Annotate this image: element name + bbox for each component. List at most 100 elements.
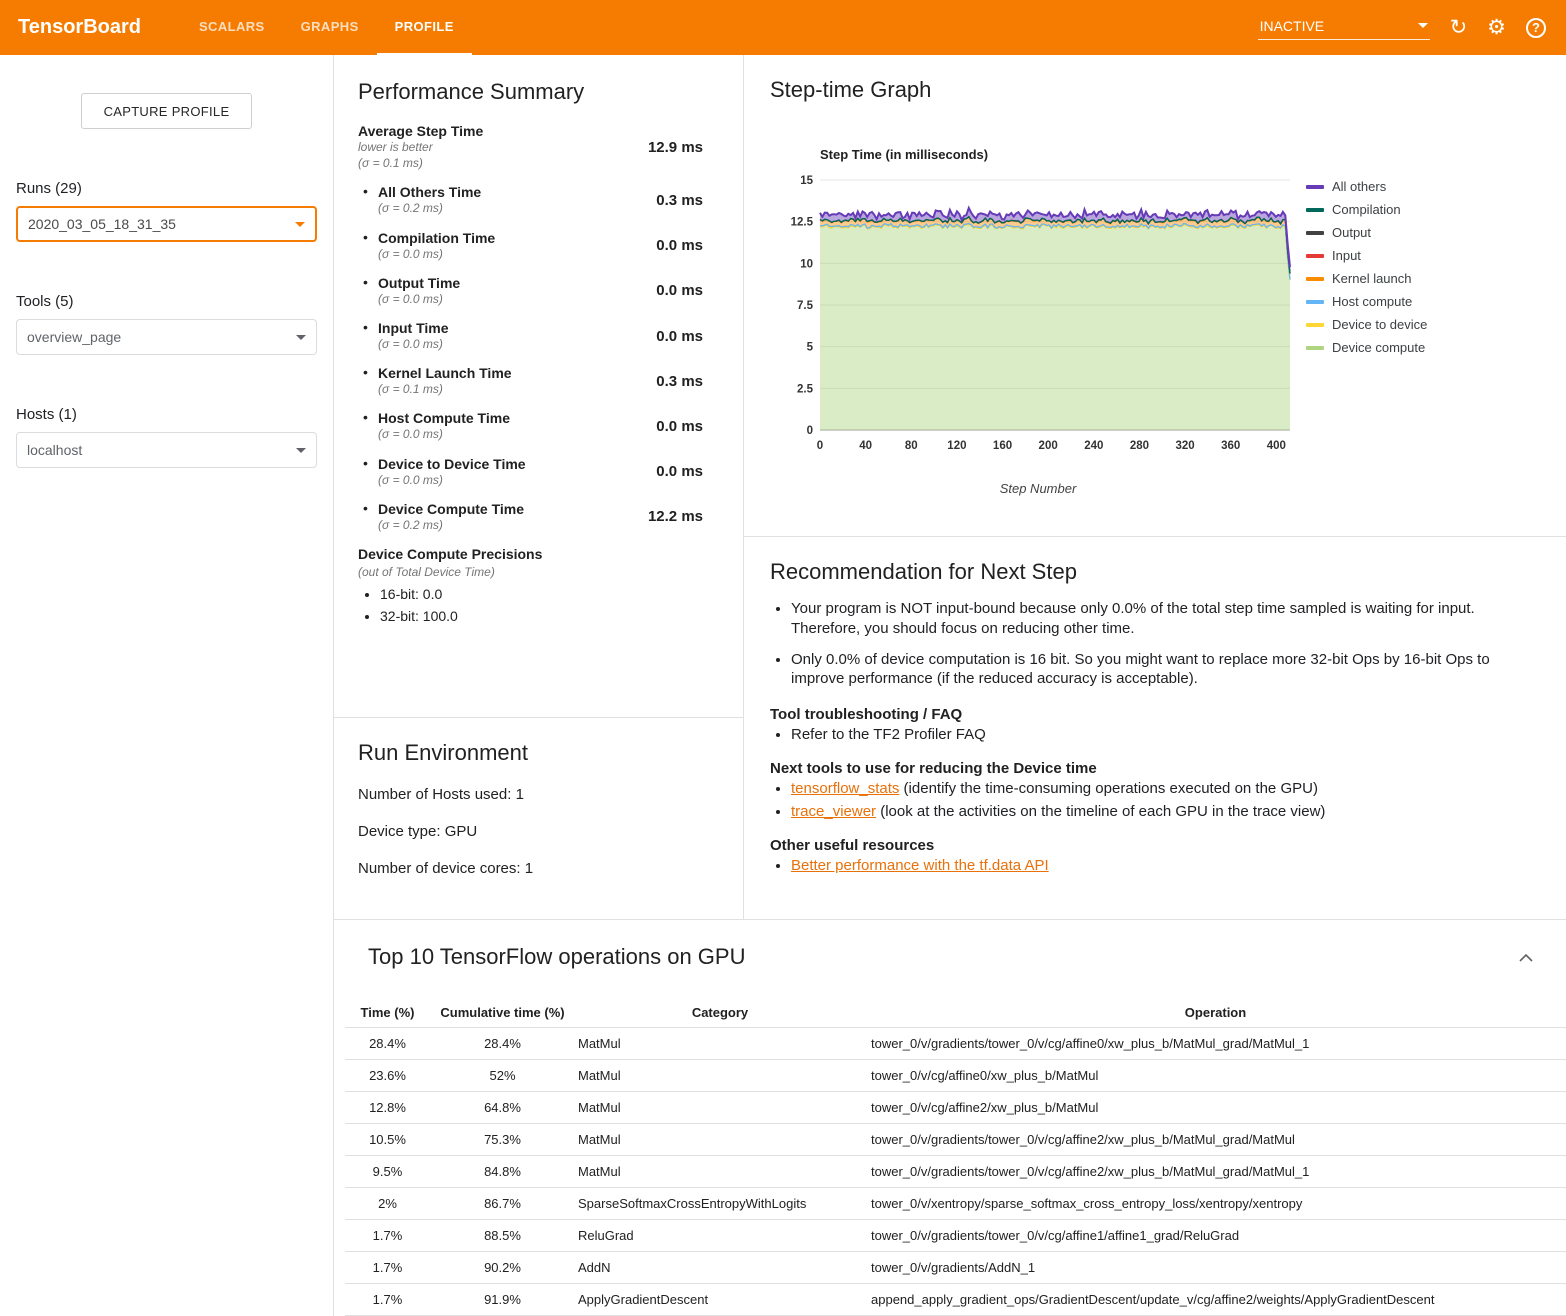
runs-dropdown[interactable]: 2020_03_05_18_31_35: [16, 206, 317, 242]
recommendation-item: tensorflow_stats (identify the time-cons…: [791, 780, 1540, 797]
top-ops-section: Top 10 TensorFlow operations on GPU Time…: [334, 920, 1566, 1316]
status-dropdown[interactable]: INACTIVE: [1258, 16, 1430, 40]
column-header: Category: [575, 998, 865, 1028]
svg-text:240: 240: [1084, 440, 1103, 452]
legend-label: All others: [1332, 179, 1386, 194]
legend-label: Kernel launch: [1332, 271, 1412, 286]
operation-cell: tower_0/v/gradients/tower_0/v/cg/affine2…: [865, 1156, 1566, 1188]
legend-label: Host compute: [1332, 294, 1412, 309]
svg-text:0: 0: [817, 440, 823, 452]
main-content: Performance Summary Average Step Timelow…: [334, 55, 1566, 1316]
svg-text:360: 360: [1221, 440, 1240, 452]
svg-text:12.5: 12.5: [791, 217, 814, 229]
table-cell: SparseSoftmaxCrossEntropyWithLogits: [575, 1188, 865, 1220]
table-cell: 28.4%: [345, 1028, 430, 1060]
precisions-list: 16-bit: 0.032-bit: 100.0: [358, 586, 719, 624]
operation-cell: append_apply_gradient_ops/GradientDescen…: [865, 1284, 1566, 1316]
recommendation-bullet: Only 0.0% of device computation is 16 bi…: [791, 650, 1540, 690]
column-header: Cumulative time (%): [430, 998, 575, 1028]
svg-text:400: 400: [1267, 440, 1286, 452]
tab-profile[interactable]: PROFILE: [377, 0, 472, 55]
table-row: 1.7%90.2%AddNtower_0/v/gradients/AddN_1: [345, 1252, 1566, 1284]
collapse-chevron-up-icon[interactable]: [1514, 949, 1538, 966]
device-compute-precisions: Device Compute Precisions (out of Total …: [358, 546, 719, 624]
link-tensorflow-stats[interactable]: tensorflow_stats: [791, 780, 899, 797]
table-cell: 1.7%: [345, 1220, 430, 1252]
legend-item: Output: [1306, 225, 1427, 240]
chevron-down-icon: [295, 222, 305, 227]
metric-label: Compilation Time: [378, 230, 495, 246]
legend-item: Device to device: [1306, 317, 1427, 332]
recommendation-heading: Tool troubleshooting / FAQ: [770, 706, 1540, 723]
chart-x-axis-label: Step Number: [778, 481, 1298, 496]
table-cell: MatMul: [575, 1124, 865, 1156]
metric-sigma: (σ = 0.0 ms): [378, 291, 460, 307]
legend-item: All others: [1306, 179, 1427, 194]
operation-cell: tower_0/v/xentropy/sparse_softmax_cross_…: [865, 1188, 1566, 1220]
svg-text:320: 320: [1175, 440, 1194, 452]
operation-cell: tower_0/v/gradients/tower_0/v/cg/affine2…: [865, 1124, 1566, 1156]
legend-swatch: [1306, 323, 1324, 327]
metric-label: Output Time: [378, 275, 460, 291]
hosts-dropdown-value: localhost: [27, 442, 82, 458]
metric-label: Device Compute Time: [378, 501, 524, 517]
hosts-dropdown[interactable]: localhost: [16, 432, 317, 468]
metric-row: All Others Time(σ = 0.2 ms)0.3 ms: [358, 184, 719, 216]
metric-sigma: (σ = 0.2 ms): [378, 200, 481, 216]
link-better-performance-with-the-tf-data-api[interactable]: Better performance with the tf.data API: [791, 857, 1049, 874]
metric-note: lower is better: [358, 139, 483, 155]
table-cell: ReluGrad: [575, 1220, 865, 1252]
table-cell: AddN: [575, 1252, 865, 1284]
legend-item: Host compute: [1306, 294, 1427, 309]
metric-row: Device Compute Time(σ = 0.2 ms)12.2 ms: [358, 501, 719, 533]
table-cell: 28.4%: [430, 1028, 575, 1060]
metric-row: Host Compute Time(σ = 0.0 ms)0.0 ms: [358, 410, 719, 442]
metric-row: Input Time(σ = 0.0 ms)0.0 ms: [358, 320, 719, 352]
recommendation-heading: Next tools to use for reducing the Devic…: [770, 760, 1540, 777]
step-time-chart: Step Time (in milliseconds) 02.557.51012…: [770, 147, 1540, 496]
svg-text:120: 120: [947, 440, 966, 452]
tools-dropdown[interactable]: overview_page: [16, 319, 317, 355]
help-icon[interactable]: ?: [1526, 18, 1546, 38]
performance-summary-title: Performance Summary: [358, 79, 719, 105]
tools-dropdown-value: overview_page: [27, 329, 121, 345]
status-dropdown-value: INACTIVE: [1260, 18, 1325, 34]
recommendation-bullets: Your program is NOT input-bound because …: [770, 599, 1540, 689]
refresh-icon[interactable]: ↻: [1450, 17, 1468, 38]
precision-item: 16-bit: 0.0: [380, 586, 719, 602]
table-header-row: Time (%)Cumulative time (%)CategoryOpera…: [345, 998, 1566, 1028]
top-app-bar: TensorBoard SCALARSGRAPHSPROFILE INACTIV…: [0, 0, 1566, 55]
link-trace-viewer[interactable]: trace_viewer: [791, 803, 876, 820]
hosts-label: Hosts (1): [16, 406, 333, 423]
summary-column: Performance Summary Average Step Timelow…: [334, 55, 744, 919]
tab-scalars[interactable]: SCALARS: [181, 0, 283, 55]
legend-item: Kernel launch: [1306, 271, 1427, 286]
recommendation-item: Better performance with the tf.data API: [791, 857, 1540, 874]
table-cell: 84.8%: [430, 1156, 575, 1188]
table-cell: 91.9%: [430, 1284, 575, 1316]
sidebar: CAPTURE PROFILE Runs (29) 2020_03_05_18_…: [0, 55, 334, 1316]
svg-text:0: 0: [807, 425, 813, 437]
chart-plot-area: 02.557.51012.515040801201602002402803203…: [778, 168, 1298, 473]
column-header: Time (%): [345, 998, 430, 1028]
metric-label: All Others Time: [378, 184, 481, 200]
metric-value: 0.0 ms: [656, 328, 703, 345]
table-cell: 86.7%: [430, 1188, 575, 1220]
tab-graphs[interactable]: GRAPHS: [283, 0, 377, 55]
recommendation-title: Recommendation for Next Step: [770, 559, 1540, 585]
table-cell: 23.6%: [345, 1060, 430, 1092]
svg-text:7.5: 7.5: [797, 300, 814, 312]
legend-item: Compilation: [1306, 202, 1427, 217]
capture-profile-button[interactable]: CAPTURE PROFILE: [81, 93, 253, 129]
precisions-title: Device Compute Precisions: [358, 546, 719, 562]
chevron-down-icon: [296, 335, 306, 340]
metric-value: 0.0 ms: [656, 282, 703, 299]
metric-row: Average Step Timelower is better(σ = 0.1…: [358, 123, 719, 171]
svg-text:280: 280: [1130, 440, 1149, 452]
table-cell: MatMul: [575, 1092, 865, 1124]
metric-sigma: (σ = 0.2 ms): [378, 517, 524, 533]
table-cell: 75.3%: [430, 1124, 575, 1156]
legend-swatch: [1306, 277, 1324, 281]
gear-icon[interactable]: ⚙: [1487, 17, 1506, 38]
table-cell: 1.7%: [345, 1284, 430, 1316]
